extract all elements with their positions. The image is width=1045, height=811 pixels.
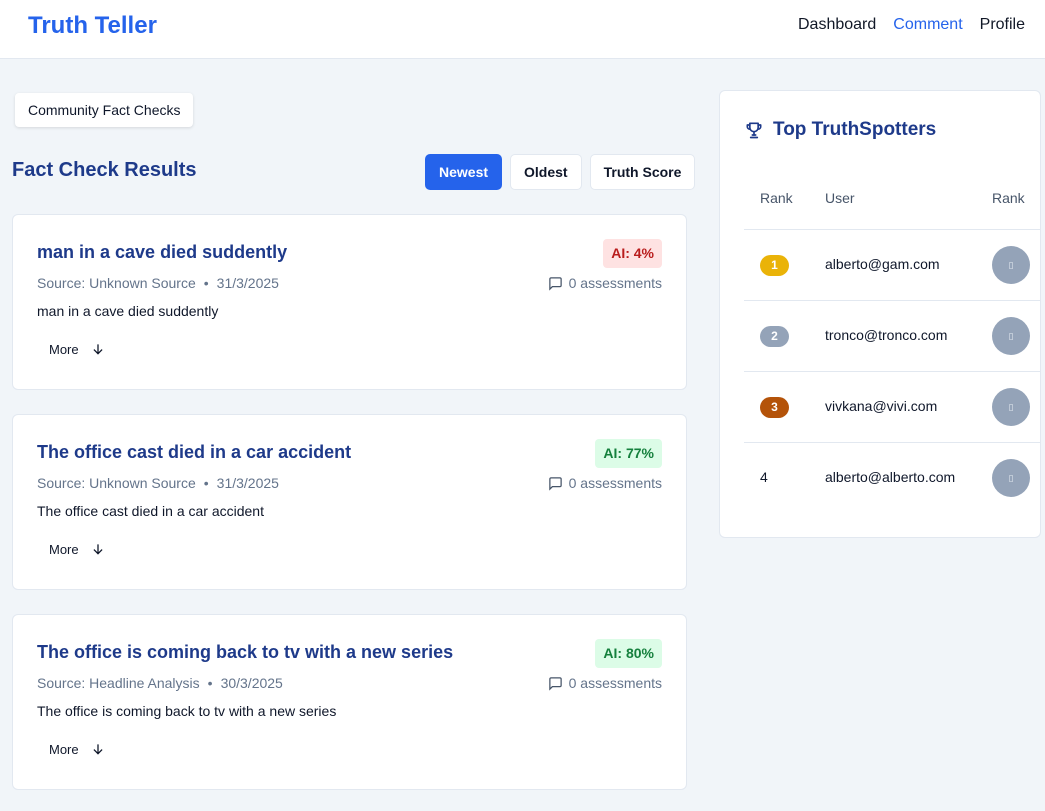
tab-community-fact-checks[interactable]: Community Fact Checks [15,93,194,127]
sort-options: Newest Oldest Truth Score [425,154,696,190]
leaderboard-row: 2 tronco@tronco.com ▯ [744,300,1040,371]
top-navbar: Truth Teller Dashboard Comment Profile [0,0,1045,59]
card-meta: Source: Unknown Source • 31/3/2025 [37,475,279,491]
leaderboard-panel: Top TruthSpotters Rank User Rank 1 alber… [719,90,1041,538]
avatar: ▯ [992,459,1030,497]
card-title[interactable]: The office cast died in a car accident [37,442,351,463]
assessments-count: 0 assessments [568,275,662,291]
rank-number: 4 [760,469,768,485]
rank-badge-bronze: 3 [760,397,789,418]
card-date: 31/3/2025 [216,275,279,291]
nav-dashboard[interactable]: Dashboard [798,16,876,34]
card-body: The office cast died in a car accident [37,503,264,519]
main-nav: Dashboard Comment Profile [798,16,1025,34]
card-assessments: 0 assessments [548,275,662,291]
assessments-count: 0 assessments [568,675,662,691]
sort-truth-score-button[interactable]: Truth Score [589,154,696,190]
leaderboard-row: 4 alberto@alberto.com ▯ [744,442,1040,513]
column-header-rank-badge: Rank [992,190,1025,206]
results-title: Fact Check Results [12,159,197,181]
arrow-down-icon [93,344,103,355]
leaderboard-row: 1 alberto@gam.com ▯ [744,229,1040,300]
nav-comment[interactable]: Comment [893,16,962,34]
card-meta: Source: Headline Analysis • 30/3/2025 [37,675,283,691]
card-source: Source: Unknown Source [37,275,196,291]
ai-score-badge: AI: 77% [595,439,662,468]
assessments-count: 0 assessments [568,475,662,491]
card-date: 30/3/2025 [220,675,283,691]
comment-icon [548,676,562,691]
card-meta: Source: Unknown Source • 31/3/2025 [37,275,279,291]
fact-check-card: The office is coming back to tv with a n… [12,614,687,790]
rank-badge-gold: 1 [760,255,789,276]
more-label: More [49,341,79,357]
more-label: More [49,541,79,557]
card-assessments: 0 assessments [548,475,662,491]
row-user: vivkana@vivi.com [825,398,938,414]
card-title[interactable]: man in a cave died suddently [37,242,287,263]
card-date: 31/3/2025 [216,475,279,491]
sort-newest-button[interactable]: Newest [425,154,503,190]
brand-logo[interactable]: Truth Teller [28,12,157,40]
column-header-rank: Rank [760,190,793,206]
more-label: More [49,741,79,757]
rank-badge-silver: 2 [760,326,789,347]
card-body: man in a cave died suddently [37,303,219,319]
comment-icon [548,276,562,291]
sort-oldest-button[interactable]: Oldest [510,154,582,190]
leaderboard-row: 3 vivkana@vivi.com ▯ [744,371,1040,442]
row-user: tronco@tronco.com [825,327,948,343]
ai-score-badge: AI: 80% [595,639,662,668]
card-source: Source: Headline Analysis [37,675,200,691]
row-user: alberto@gam.com [825,256,940,272]
card-assessments: 0 assessments [548,675,662,691]
fact-check-card: The office cast died in a car accident A… [12,414,687,590]
avatar: ▯ [992,246,1030,284]
more-button[interactable]: More [37,737,117,761]
card-body: The office is coming back to tv with a n… [37,703,337,719]
leaderboard-title: Top TruthSpotters [744,119,936,141]
ai-score-badge: AI: 4% [603,239,662,268]
card-title[interactable]: The office is coming back to tv with a n… [37,642,453,663]
nav-profile[interactable]: Profile [980,16,1025,34]
row-user: alberto@alberto.com [825,469,956,485]
avatar: ▯ [992,388,1030,426]
comment-icon [548,476,562,491]
more-button[interactable]: More [37,537,117,561]
leaderboard-title-text: Top TruthSpotters [773,119,937,140]
card-source: Source: Unknown Source [37,475,196,491]
arrow-down-icon [93,744,103,755]
trophy-icon [746,122,762,139]
avatar: ▯ [992,317,1030,355]
separator-dot: • [203,275,209,291]
separator-dot: • [203,475,209,491]
fact-check-card: man in a cave died suddently AI: 4% Sour… [12,214,687,390]
more-button[interactable]: More [37,337,117,361]
separator-dot: • [207,675,213,691]
arrow-down-icon [93,544,103,555]
column-header-user: User [825,190,855,206]
